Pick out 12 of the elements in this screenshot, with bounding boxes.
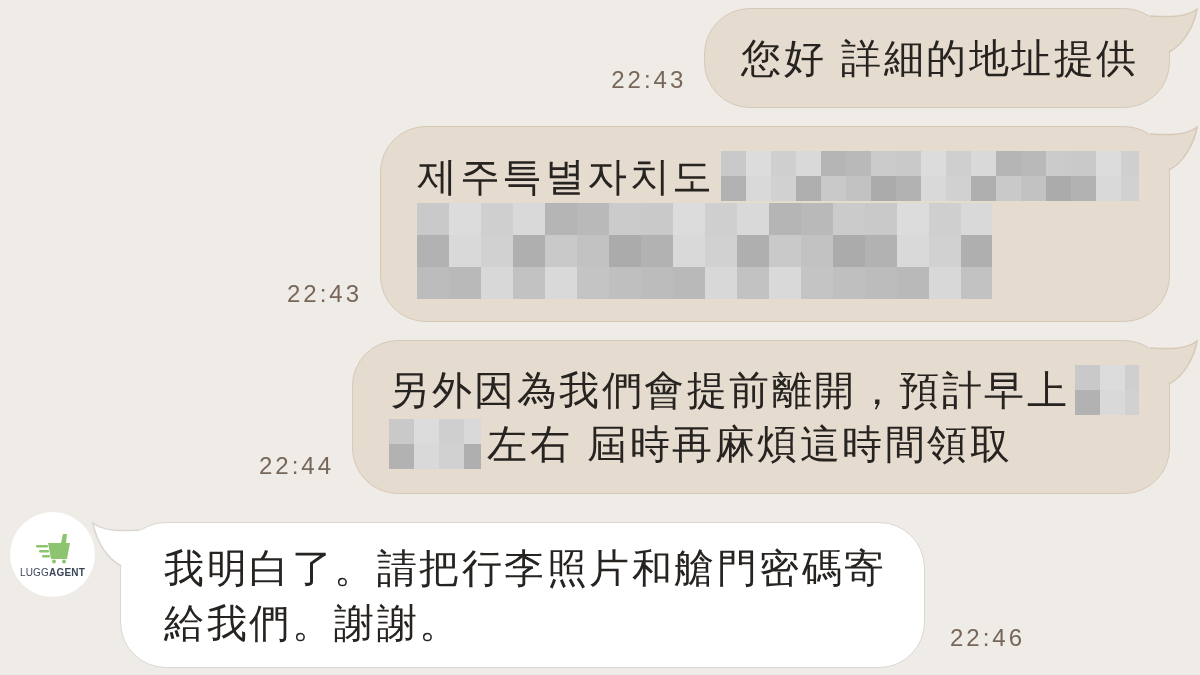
pixelated-redaction — [1075, 365, 1139, 415]
message-text: 另外因為我們會提前離開，預計早上 — [389, 366, 1069, 415]
message-text: 我明白了。請把行李照片和艙門密碼寄給我們。謝謝。 — [164, 544, 888, 648]
message-time: 22:43 — [611, 66, 687, 94]
cart-icon — [33, 531, 72, 564]
message-text: 您好 詳細的地址提供 — [741, 34, 1139, 83]
logo-wordmark: LUGGAGENT — [19, 566, 86, 578]
message-text: 제주특별자치도 — [417, 152, 715, 201]
message-text: 左右 屆時再麻煩這時間領取 — [487, 420, 1013, 469]
message-time: 22:44 — [258, 452, 334, 480]
message-time: 22:46 — [950, 624, 1026, 652]
message-time: 22:43 — [286, 280, 362, 308]
